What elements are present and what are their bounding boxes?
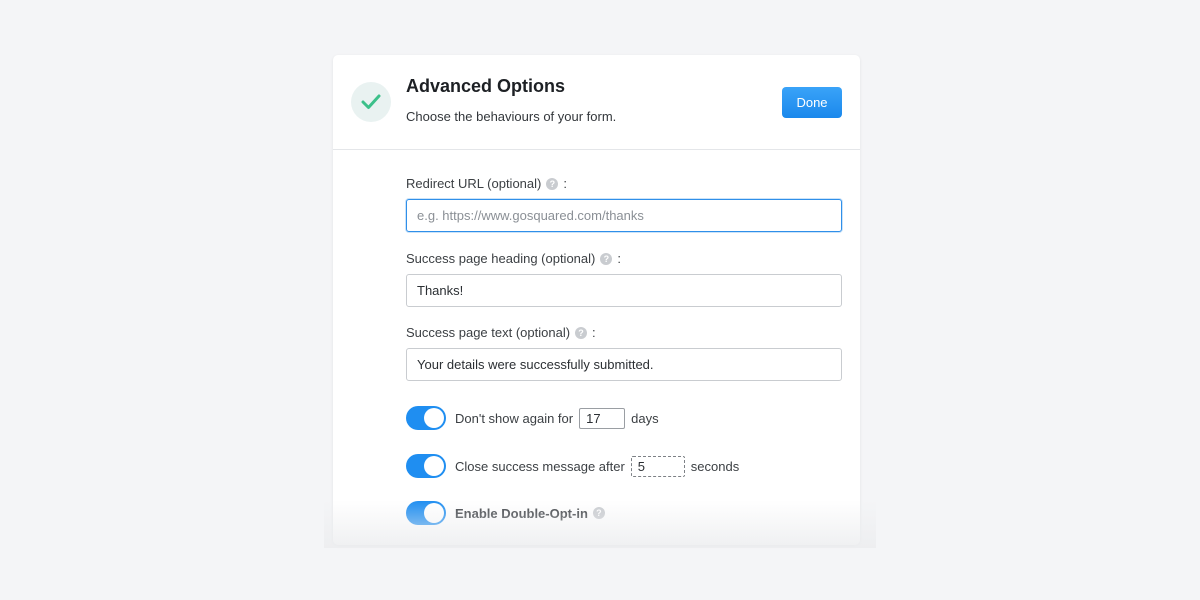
redirect-url-input[interactable] xyxy=(406,199,842,232)
toggle-knob xyxy=(424,503,444,523)
toggle-knob xyxy=(424,456,444,476)
success-text-input[interactable] xyxy=(406,348,842,381)
check-icon xyxy=(361,94,381,109)
page-subtitle: Choose the behaviours of your form. xyxy=(406,109,617,124)
label-colon: : xyxy=(592,325,596,340)
dont-show-again-toggle[interactable] xyxy=(406,406,446,430)
close-message-label: Close success message after xyxy=(455,458,625,474)
success-heading-input[interactable] xyxy=(406,274,842,307)
done-button[interactable]: Done xyxy=(782,87,842,118)
double-opt-in-toggle[interactable] xyxy=(406,501,446,525)
card-header: Advanced Options Choose the behaviours o… xyxy=(333,55,860,150)
redirect-url-label: Redirect URL (optional) ? : xyxy=(406,176,567,191)
success-text-label: Success page text (optional) ? : xyxy=(406,325,596,340)
help-icon[interactable]: ? xyxy=(600,252,613,265)
dont-show-again-label: Don't show again for xyxy=(455,410,574,426)
help-icon[interactable]: ? xyxy=(575,326,588,339)
success-heading-label-text: Success page heading (optional) xyxy=(406,251,596,266)
page-title: Advanced Options xyxy=(406,76,566,96)
status-badge xyxy=(351,82,391,122)
success-heading-label: Success page heading (optional) ? : xyxy=(406,251,621,266)
seconds-unit-label: seconds xyxy=(690,458,740,474)
help-icon[interactable]: ? xyxy=(592,507,605,519)
redirect-url-label-text: Redirect URL (optional) xyxy=(406,176,542,191)
dont-show-days-input[interactable] xyxy=(579,407,626,429)
close-message-seconds-input[interactable] xyxy=(630,455,685,477)
double-opt-in-label: Enable Double-Opt-in xyxy=(455,505,588,521)
help-icon[interactable]: ? xyxy=(546,177,559,190)
success-text-label-text: Success page text (optional) xyxy=(406,325,571,340)
dont-show-again-row: Don't show again for days xyxy=(406,405,659,431)
label-colon: : xyxy=(617,251,621,266)
toggle-knob xyxy=(424,408,444,428)
close-message-row: Close success message after seconds xyxy=(406,453,739,479)
double-opt-in-row: Enable Double-Opt-in ? xyxy=(406,500,610,526)
days-unit-label: days xyxy=(631,410,659,426)
label-colon: : xyxy=(563,176,567,191)
close-message-toggle[interactable] xyxy=(406,454,446,478)
advanced-options-card: Advanced Options Choose the behaviours o… xyxy=(333,55,860,545)
